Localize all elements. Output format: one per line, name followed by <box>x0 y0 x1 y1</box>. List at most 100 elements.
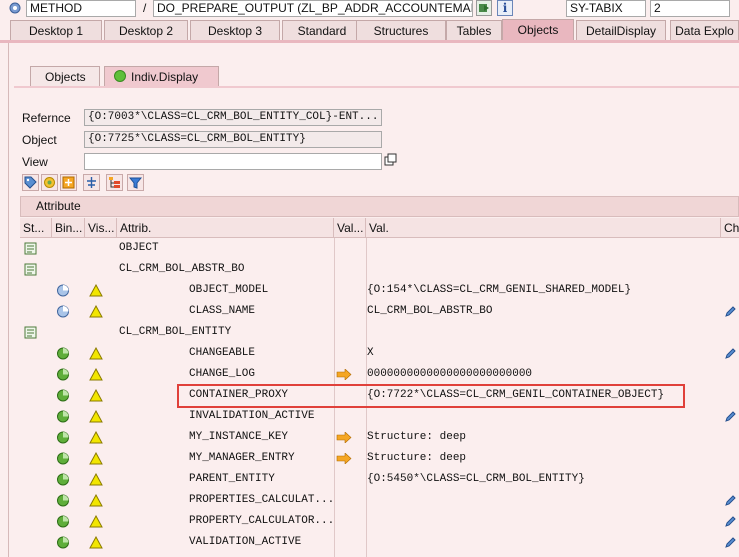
tab-desktop-1[interactable]: Desktop 1 <box>10 20 102 40</box>
drilldown-arrow-icon[interactable] <box>336 431 352 446</box>
tree-icon[interactable] <box>83 174 100 191</box>
table-row[interactable]: VALIDATION_ACTIVE <box>20 532 739 553</box>
attribute-value[interactable]: Structure: deep <box>367 448 466 469</box>
filter-icon[interactable] <box>127 174 144 191</box>
info-icon[interactable]: i <box>497 0 513 16</box>
attribute-name: CHANGEABLE <box>189 347 256 359</box>
highlight-box <box>177 384 685 408</box>
kind-field[interactable]: METHOD <box>26 0 136 17</box>
table-row[interactable]: OBJECT_MODEL {O:154*\CLASS=CL_CRM_GENIL_S… <box>20 280 739 301</box>
col-status[interactable]: St... <box>20 218 52 238</box>
pencil-icon[interactable] <box>724 494 737 510</box>
col-attribute[interactable]: Attrib. <box>117 218 334 238</box>
warning-icon <box>89 493 103 510</box>
table-row[interactable]: PROPERTIES_CALCULAT... <box>20 490 739 511</box>
table-row[interactable]: CLASS_NAME CL_CRM_BOL_ABSTR_BO <box>20 301 739 322</box>
col-binding[interactable]: Bin... <box>52 218 85 238</box>
tab-desktop-2[interactable]: Desktop 2 <box>104 20 188 40</box>
attribute-name: PARENT_ENTITY <box>189 473 275 485</box>
warning-icon <box>89 346 103 363</box>
attribute-name: PROPERTIES_CALCULAT... <box>189 494 335 506</box>
tab-tables[interactable]: Tables <box>446 20 502 40</box>
table-row[interactable]: CHANGE_LOG 0000000000000000000000000 <box>20 364 739 385</box>
tab-desktop-3[interactable]: Desktop 3 <box>190 20 280 40</box>
path-separator: / <box>143 1 147 15</box>
variable-result-field[interactable]: 2 <box>650 0 730 17</box>
drilldown-arrow-icon[interactable] <box>336 368 352 383</box>
pencil-icon[interactable] <box>724 515 737 531</box>
drilldown-arrow-icon[interactable] <box>336 452 352 467</box>
static-binding-icon <box>56 347 70 363</box>
col-visibility[interactable]: Vis... <box>85 218 117 238</box>
attribute-value: {O:5450*\CLASS=CL_CRM_BOL_ENTITY} <box>367 473 585 485</box>
pencil-icon[interactable] <box>724 347 737 363</box>
subtab-indiv-display[interactable]: Indiv.Display <box>104 66 219 86</box>
static-binding-icon <box>56 494 70 510</box>
static-binding-icon <box>56 452 70 468</box>
view-detail-icon[interactable] <box>384 153 398 167</box>
attribute-name: OBJECT_MODEL <box>189 284 269 296</box>
subtab-objects-label: Objects <box>45 70 86 84</box>
instance-binding-icon <box>56 284 70 300</box>
attribute-section-title: Attribute <box>36 199 81 213</box>
col-value[interactable]: Val. <box>366 218 721 238</box>
warning-icon <box>89 367 103 384</box>
attribute-name: PROPERTY_CALCULATOR... <box>189 515 335 527</box>
attribute-value[interactable]: Structure: deep <box>367 427 466 448</box>
view-label: View <box>22 155 48 169</box>
pencil-icon[interactable] <box>724 305 737 321</box>
table-row[interactable]: PROPERTY_CALCULATOR... <box>20 511 739 532</box>
instance-binding-icon <box>56 305 70 321</box>
col-change[interactable]: Ch <box>721 218 739 238</box>
warning-icon <box>89 283 103 300</box>
attribute-name: OBJECT <box>119 242 159 254</box>
tab-detaildisplay[interactable]: DetailDisplay <box>576 20 666 40</box>
attribute-name: INVALIDATION_ACTIVE <box>189 410 315 422</box>
table-row[interactable]: CHANGEABLE X <box>20 343 739 364</box>
attribute-name: CLASS_NAME <box>189 305 256 317</box>
static-binding-icon <box>56 410 70 426</box>
attribute-value: X <box>367 347 374 359</box>
class-node-icon <box>24 263 37 279</box>
expand-icon[interactable] <box>60 174 77 191</box>
warning-icon <box>89 430 103 447</box>
static-binding-icon <box>56 431 70 447</box>
pencil-icon[interactable] <box>724 410 737 426</box>
tab-standard[interactable]: Standard <box>282 20 362 40</box>
subtab-indiv-display-label: Indiv.Display <box>131 70 199 84</box>
tab-objects[interactable]: Objects <box>502 19 574 40</box>
reference-field[interactable]: {O:7003*\CLASS=CL_CRM_BOL_ENTITY_COL}-EN… <box>84 109 382 126</box>
attribute-section-header: Attribute <box>20 196 739 217</box>
table-row[interactable]: CL_CRM_BOL_ENTITY <box>20 322 739 343</box>
static-binding-icon <box>56 368 70 384</box>
table-row[interactable]: CL_CRM_BOL_ABSTR_BO <box>20 259 739 280</box>
tag-icon[interactable] <box>22 174 39 191</box>
attribute-value: CL_CRM_BOL_ABSTR_BO <box>367 305 493 317</box>
navigate-icon[interactable] <box>476 0 492 16</box>
tab-data-explo[interactable]: Data Explo <box>670 20 739 40</box>
table-row[interactable]: MY_MANAGER_ENTRY Structure: deep <box>20 448 739 469</box>
pencil-icon[interactable] <box>724 536 737 552</box>
subtab-objects[interactable]: Objects <box>30 66 100 86</box>
view-field[interactable] <box>84 153 382 170</box>
static-binding-icon <box>56 473 70 489</box>
col-value-type[interactable]: Val... <box>334 218 366 238</box>
warning-icon <box>89 451 103 468</box>
table-row[interactable]: OBJECT <box>20 238 739 259</box>
warning-icon <box>89 388 103 405</box>
method-icon <box>8 1 22 15</box>
green-status-icon <box>114 70 126 82</box>
hierarchy-icon[interactable] <box>106 174 123 191</box>
variable-field[interactable]: SY-TABIX <box>566 0 646 17</box>
attribute-name: MY_INSTANCE_KEY <box>189 431 289 443</box>
object-label: Object <box>22 133 57 147</box>
table-row[interactable]: MY_INSTANCE_KEY Structure: deep <box>20 427 739 448</box>
attribute-value[interactable]: 0000000000000000000000000 <box>367 364 532 385</box>
attribute-name: CHANGE_LOG <box>189 368 256 380</box>
table-row[interactable]: PARENT_ENTITY {O:5450*\CLASS=CL_CRM_BOL_E… <box>20 469 739 490</box>
method-field[interactable]: DO_PREPARE_OUTPUT (ZL_BP_ADDR_ACCOUNTEMA… <box>153 0 473 17</box>
refresh-icon[interactable] <box>41 174 58 191</box>
tab-structures[interactable]: Structures <box>356 20 446 40</box>
table-row[interactable]: INVALIDATION_ACTIVE <box>20 406 739 427</box>
object-field[interactable]: {O:7725*\CLASS=CL_CRM_BOL_ENTITY} <box>84 131 382 148</box>
